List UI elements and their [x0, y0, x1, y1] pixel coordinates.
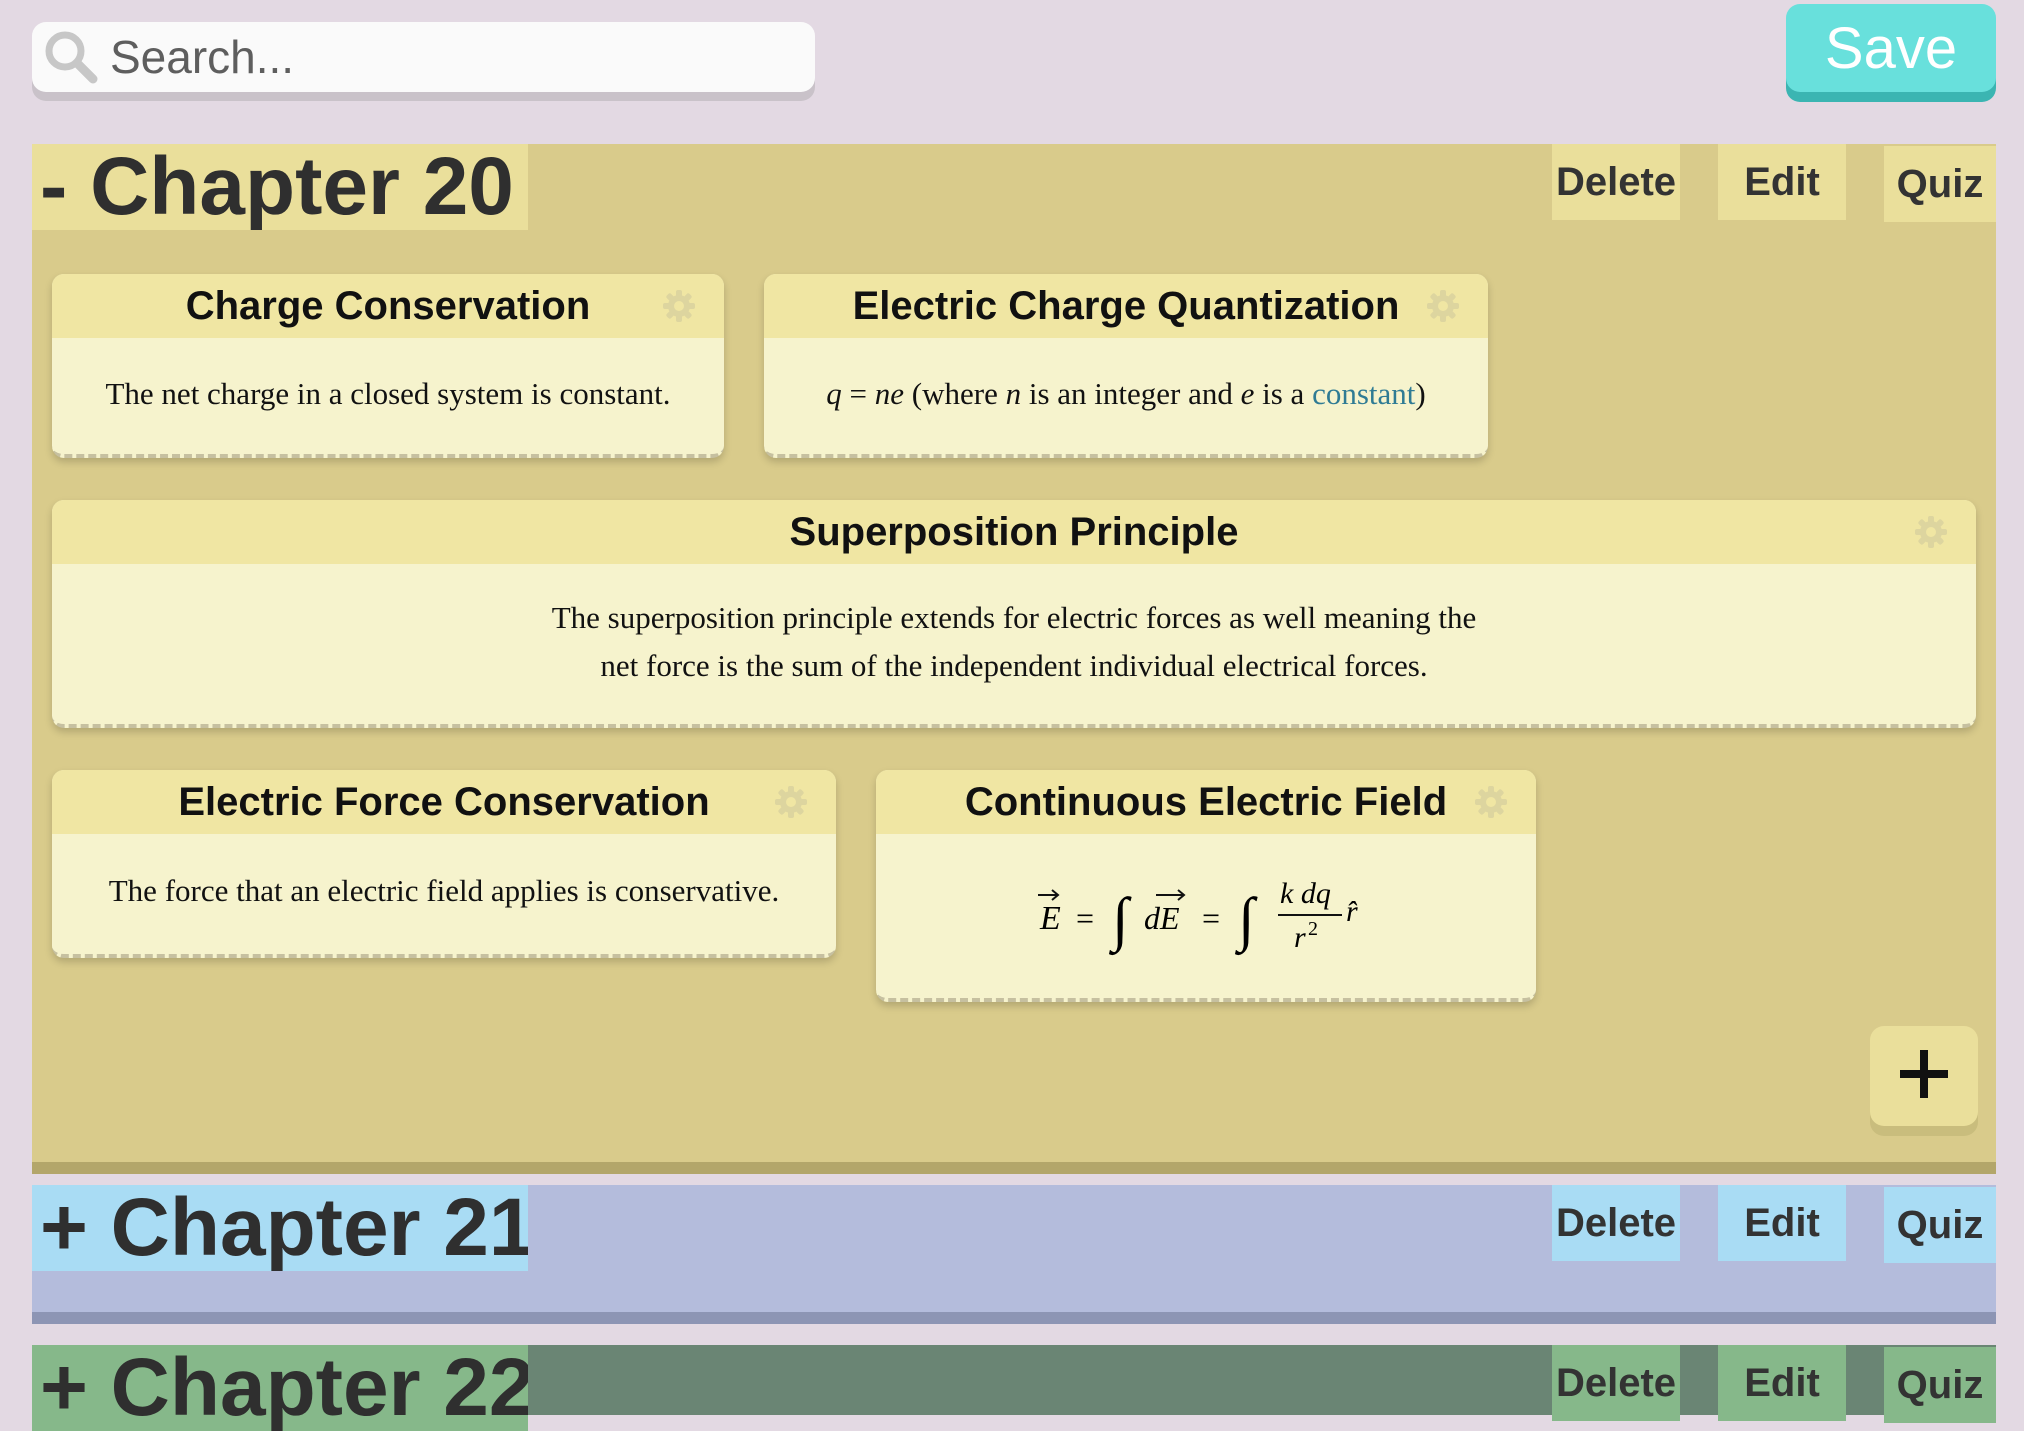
- edit-chapter-button[interactable]: Edit: [1718, 1345, 1846, 1421]
- math-e: e: [1240, 376, 1255, 411]
- chapter-title[interactable]: + Chapter 22: [32, 1345, 528, 1431]
- gear-icon[interactable]: [1474, 784, 1508, 818]
- body-text: is a: [1254, 376, 1313, 411]
- save-button[interactable]: Save: [1786, 4, 1996, 92]
- search-input[interactable]: [110, 30, 790, 84]
- quiz-chapter-button[interactable]: Quiz: [1884, 1347, 1996, 1423]
- card-title: Continuous Electric Field: [964, 779, 1448, 824]
- quiz-chapter-button[interactable]: Quiz: [1884, 146, 1996, 222]
- gear-icon[interactable]: [662, 288, 696, 322]
- formula-denominator: r: [1294, 921, 1306, 954]
- add-card-button[interactable]: [1870, 1026, 1978, 1126]
- delete-chapter-button[interactable]: Delete: [1552, 144, 1680, 220]
- card-header: Continuous Electric Field: [876, 770, 1536, 834]
- card-body: q = ne (where n is an integer and e is a…: [764, 338, 1488, 450]
- formula-E: E: [1039, 900, 1061, 937]
- chapter-section: + Chapter 22 Delete Edit Quiz: [32, 1345, 1996, 1431]
- math-equals: =: [841, 376, 875, 411]
- gear-icon[interactable]: [1426, 288, 1460, 322]
- card-header: Electric Charge Quantization: [764, 274, 1488, 338]
- card-header: Charge Conservation: [52, 274, 724, 338]
- delete-chapter-button[interactable]: Delete: [1552, 1345, 1680, 1421]
- formula-exponent: 2: [1308, 918, 1318, 940]
- math-q: q: [826, 376, 842, 411]
- formula-numerator: k dq: [1280, 877, 1331, 910]
- electric-field-formula: E = ∫ dE = ∫ k dq r 2 r̂: [1038, 877, 1358, 956]
- math-n: n: [1005, 376, 1022, 411]
- chapter-section: + Chapter 21 Delete Edit Quiz: [32, 1185, 1996, 1312]
- search-box[interactable]: [32, 22, 815, 92]
- card[interactable]: Superposition Principle The superpositio…: [52, 500, 1976, 728]
- body-text: (where: [904, 376, 1006, 411]
- delete-chapter-button[interactable]: Delete: [1552, 1185, 1680, 1261]
- gear-icon[interactable]: [1914, 514, 1948, 548]
- edit-chapter-button[interactable]: Edit: [1718, 144, 1846, 220]
- quiz-chapter-button[interactable]: Quiz: [1884, 1187, 1996, 1263]
- constant-link[interactable]: constant: [1312, 376, 1415, 412]
- card-title: Superposition Principle: [789, 509, 1239, 554]
- card-title: Electric Charge Quantization: [852, 283, 1400, 328]
- card-body: The net charge in a closed system is con…: [105, 376, 671, 411]
- chapter-title[interactable]: - Chapter 20: [32, 144, 528, 230]
- card[interactable]: Electric Charge Quantization q = ne (whe…: [764, 274, 1488, 458]
- formula-integral: ∫: [1235, 886, 1258, 956]
- search-icon: [36, 22, 106, 92]
- body-text: ): [1415, 376, 1426, 411]
- edit-chapter-button[interactable]: Edit: [1718, 1185, 1846, 1261]
- card-body: E = ∫ dE = ∫ k dq r 2 r̂: [876, 834, 1536, 994]
- chapter-title[interactable]: + Chapter 21: [32, 1185, 528, 1271]
- card[interactable]: Continuous Electric Field E = ∫ dE = ∫ k…: [876, 770, 1536, 1002]
- card-title: Electric Force Conservation: [178, 779, 710, 824]
- math-ne: ne: [874, 376, 905, 411]
- formula-equals: =: [1202, 900, 1220, 936]
- card-header: Superposition Principle: [52, 500, 1976, 564]
- body-text: is an integer and: [1021, 376, 1241, 411]
- formula-dE: dE: [1144, 900, 1180, 936]
- formula-rhat: r̂: [1346, 895, 1358, 928]
- gear-icon[interactable]: [774, 784, 808, 818]
- card-title: Charge Conservation: [185, 283, 591, 328]
- formula-integral: ∫: [1109, 886, 1132, 956]
- formula-equals: =: [1076, 900, 1094, 936]
- card-body: The superposition principle extends for …: [551, 600, 1477, 683]
- card[interactable]: Electric Force Conservation The force th…: [52, 770, 836, 958]
- plus-icon: [1898, 1048, 1950, 1105]
- chapter-section: - Chapter 20 Delete Edit Quiz Charge Con…: [32, 144, 1996, 1162]
- card-header: Electric Force Conservation: [52, 770, 836, 834]
- card[interactable]: Charge Conservation The net charge in a …: [52, 274, 724, 458]
- card-body: The force that an electric field applies…: [108, 873, 780, 908]
